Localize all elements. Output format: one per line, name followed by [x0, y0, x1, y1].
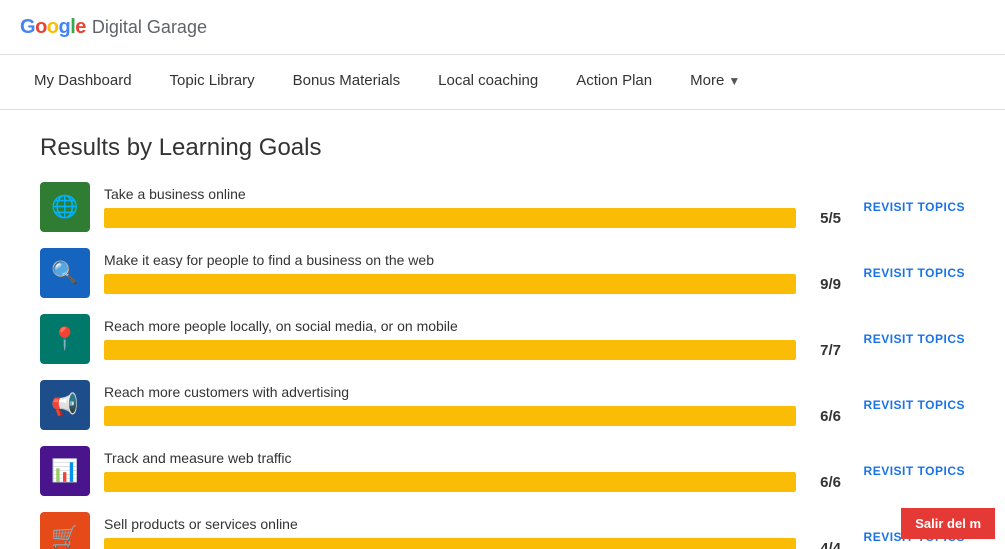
revisit-button-1[interactable]: REVISIT TOPICS — [855, 200, 965, 214]
goal-content-2: Make it easy for people to find a busine… — [104, 252, 841, 294]
goal-label-6: Sell products or services online — [104, 516, 841, 532]
goal-row-1: 🌐 Take a business online 5/5 REVISIT TOP… — [40, 182, 965, 232]
progress-bar-fill-6 — [104, 538, 796, 549]
progress-bar-bg-3 — [104, 340, 796, 360]
progress-bar-fill-1 — [104, 208, 796, 228]
progress-row-1: 5/5 — [104, 208, 841, 228]
progress-score-2: 9/9 — [806, 276, 841, 293]
progress-row-6: 4/4 — [104, 538, 841, 549]
goal-content-4: Reach more customers with advertising 6/… — [104, 384, 841, 426]
revisit-button-4[interactable]: REVISIT TOPICS — [855, 398, 965, 412]
goal-label-5: Track and measure web traffic — [104, 450, 841, 466]
main-content: Results by Learning Goals 🌐 Take a busin… — [0, 110, 1005, 549]
progress-bar-bg-5 — [104, 472, 796, 492]
progress-bar-fill-2 — [104, 274, 796, 294]
goal-icon-1: 🌐 — [40, 182, 90, 232]
revisit-button-5[interactable]: REVISIT TOPICS — [855, 464, 965, 478]
progress-bar-fill-4 — [104, 406, 796, 426]
revisit-button-3[interactable]: REVISIT TOPICS — [855, 332, 965, 346]
nav-action-plan[interactable]: Action Plan — [562, 55, 666, 110]
progress-row-3: 7/7 — [104, 340, 841, 360]
progress-row-4: 6/6 — [104, 406, 841, 426]
goal-icon-5: 📊 — [40, 446, 90, 496]
progress-bar-bg-4 — [104, 406, 796, 426]
goal-icon-6: 🛒 — [40, 512, 90, 549]
revisit-button-2[interactable]: REVISIT TOPICS — [855, 266, 965, 280]
goal-row-2: 🔍 Make it easy for people to find a busi… — [40, 248, 965, 298]
goal-label-4: Reach more customers with advertising — [104, 384, 841, 400]
progress-score-4: 6/6 — [806, 408, 841, 425]
nav-more[interactable]: More ▼ — [676, 55, 754, 110]
goal-row-4: 📢 Reach more customers with advertising … — [40, 380, 965, 430]
goal-row-6: 🛒 Sell products or services online 4/4 R… — [40, 512, 965, 549]
progress-bar-bg-2 — [104, 274, 796, 294]
nav-local-coaching[interactable]: Local coaching — [424, 55, 552, 110]
goals-list: 🌐 Take a business online 5/5 REVISIT TOP… — [40, 182, 965, 549]
logo-garage: Digital Garage — [92, 17, 207, 38]
nav-bonus-materials[interactable]: Bonus Materials — [279, 55, 415, 110]
goal-row-5: 📊 Track and measure web traffic 6/6 REVI… — [40, 446, 965, 496]
logo: Google Digital Garage — [20, 16, 207, 39]
goal-label-3: Reach more people locally, on social med… — [104, 318, 841, 334]
progress-score-6: 4/4 — [806, 540, 841, 549]
goal-label-2: Make it easy for people to find a busine… — [104, 252, 841, 268]
nav-topic-library[interactable]: Topic Library — [156, 55, 269, 110]
goal-content-1: Take a business online 5/5 — [104, 186, 841, 228]
progress-score-5: 6/6 — [806, 474, 841, 491]
progress-row-2: 9/9 — [104, 274, 841, 294]
progress-bar-bg-1 — [104, 208, 796, 228]
progress-bar-bg-6 — [104, 538, 796, 549]
progress-row-5: 6/6 — [104, 472, 841, 492]
goal-content-5: Track and measure web traffic 6/6 — [104, 450, 841, 492]
goal-row-3: 📍 Reach more people locally, on social m… — [40, 314, 965, 364]
page-title: Results by Learning Goals — [40, 134, 965, 162]
chevron-down-icon: ▼ — [728, 74, 740, 88]
goal-content-3: Reach more people locally, on social med… — [104, 318, 841, 360]
progress-score-1: 5/5 — [806, 210, 841, 227]
goal-label-1: Take a business online — [104, 186, 841, 202]
progress-bar-fill-5 — [104, 472, 796, 492]
goal-content-6: Sell products or services online 4/4 — [104, 516, 841, 549]
progress-bar-fill-3 — [104, 340, 796, 360]
nav-my-dashboard[interactable]: My Dashboard — [20, 55, 146, 110]
goal-icon-2: 🔍 — [40, 248, 90, 298]
logo-text: Google — [20, 16, 86, 39]
header: Google Digital Garage — [0, 0, 1005, 55]
goal-icon-3: 📍 — [40, 314, 90, 364]
progress-score-3: 7/7 — [806, 342, 841, 359]
exit-button[interactable]: Salir del m — [901, 508, 995, 539]
navigation: My Dashboard Topic Library Bonus Materia… — [0, 55, 1005, 110]
goal-icon-4: 📢 — [40, 380, 90, 430]
